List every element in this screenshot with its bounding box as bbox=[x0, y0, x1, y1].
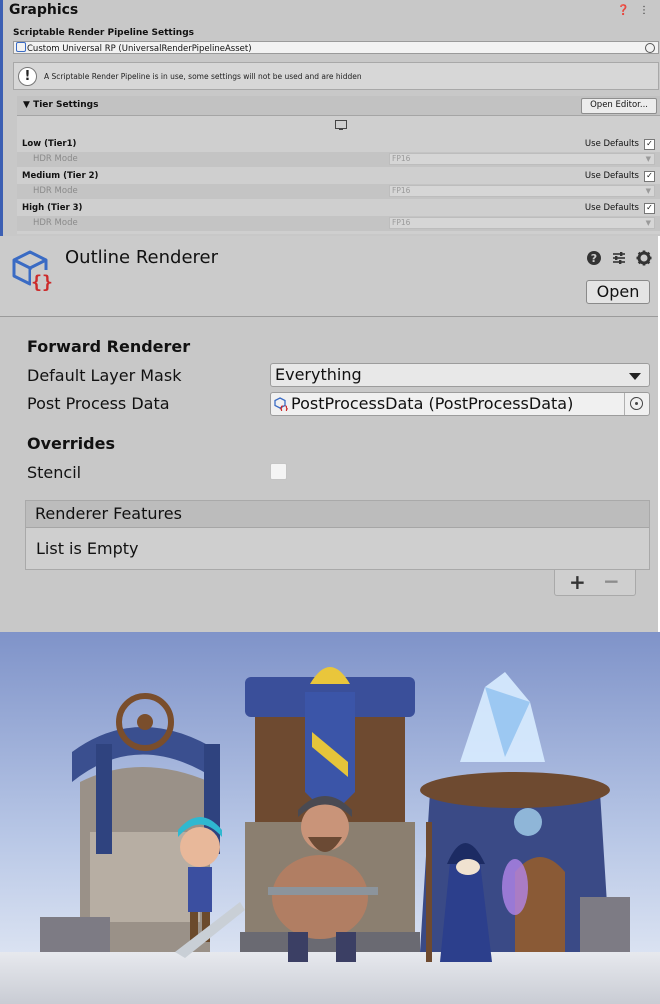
settings-gear-icon[interactable] bbox=[636, 250, 652, 266]
hdr-mode-dropdown[interactable]: FP16 ▼ bbox=[389, 153, 655, 165]
dropdown-arrow-icon bbox=[629, 373, 641, 380]
use-defaults-checkbox[interactable]: ✓ bbox=[644, 139, 655, 150]
svg-text:{}: {} bbox=[31, 272, 53, 293]
layer-mask-value: Everything bbox=[275, 365, 362, 384]
stencil-label: Stencil bbox=[27, 463, 82, 482]
renderer-features-header: Renderer Features bbox=[26, 501, 649, 528]
tier-row-medium: Medium (Tier 2) Use Defaults ✓ bbox=[17, 169, 660, 184]
post-process-data-label: Post Process Data bbox=[27, 394, 170, 413]
srp-warning-text: A Scriptable Render Pipeline is in use, … bbox=[44, 72, 362, 81]
tier-name: Low (Tier1) bbox=[22, 139, 77, 149]
hdr-mode-dropdown[interactable]: FP16 ▼ bbox=[389, 185, 655, 197]
tier-name: Medium (Tier 2) bbox=[22, 171, 99, 181]
dropdown-arrow-icon: ▼ bbox=[645, 219, 651, 227]
hdr-mode-dropdown[interactable]: FP16 ▼ bbox=[389, 217, 655, 229]
hdr-mode-label: HDR Mode bbox=[33, 186, 78, 196]
add-feature-button[interactable]: + bbox=[569, 570, 586, 594]
open-editor-button[interactable]: Open Editor... bbox=[581, 98, 657, 114]
forward-renderer-heading: Forward Renderer bbox=[27, 337, 191, 356]
default-layer-mask-dropdown[interactable]: Everything bbox=[270, 363, 650, 387]
use-defaults-label: Use Defaults bbox=[584, 171, 639, 181]
svg-text:{}: {} bbox=[279, 405, 288, 411]
inspector-title: Outline Renderer bbox=[65, 247, 218, 268]
dropdown-arrow-icon: ▼ bbox=[645, 187, 651, 195]
hdr-mode-label: HDR Mode bbox=[33, 154, 78, 164]
render-pipeline-asset-icon bbox=[16, 42, 26, 52]
post-process-data-value: PostProcessData (PostProcessData) bbox=[291, 394, 574, 413]
srp-asset-field[interactable]: Custom Universal RP (UniversalRenderPipe… bbox=[13, 41, 659, 54]
default-layer-mask-label: Default Layer Mask bbox=[27, 366, 182, 385]
srp-asset-value: Custom Universal RP (UniversalRenderPipe… bbox=[27, 44, 252, 54]
srp-settings-label: Scriptable Render Pipeline Settings bbox=[13, 28, 195, 38]
list-footer-buttons: + − bbox=[554, 570, 636, 596]
hdr-row-medium: HDR Mode FP16 ▼ bbox=[17, 184, 660, 199]
scriptable-object-icon: {} bbox=[274, 397, 288, 411]
svg-text:?: ? bbox=[591, 252, 597, 265]
tier-settings-content: Low (Tier1) Use Defaults ✓ HDR Mode FP16… bbox=[17, 116, 660, 234]
hdr-row-high: HDR Mode FP16 ▼ bbox=[17, 216, 660, 231]
remove-feature-button[interactable]: − bbox=[603, 570, 620, 592]
tier-name: High (Tier 3) bbox=[22, 203, 83, 213]
game-scene-view bbox=[0, 632, 660, 1004]
graphics-settings-panel: Graphics ❓ ⋮ Scriptable Render Pipeline … bbox=[0, 0, 660, 236]
presets-icon[interactable] bbox=[611, 250, 627, 266]
use-defaults-label: Use Defaults bbox=[584, 139, 639, 149]
monitor-icon bbox=[335, 120, 347, 130]
renderer-features-list: Renderer Features List is Empty bbox=[25, 500, 650, 570]
open-button[interactable]: Open bbox=[586, 280, 650, 304]
stencil-checkbox[interactable] bbox=[270, 463, 287, 480]
tier-row-low: Low (Tier1) Use Defaults ✓ bbox=[17, 137, 660, 152]
graphics-header-icons[interactable]: ❓ ⋮ bbox=[617, 5, 652, 16]
help-icon[interactable]: ? bbox=[586, 250, 602, 266]
renderer-inspector-panel: {} Outline Renderer ? Open Forward Rende… bbox=[0, 236, 658, 632]
tier-settings-foldout[interactable]: ▼ Tier Settings Open Editor... bbox=[17, 96, 660, 116]
renderer-asset-icon: {} bbox=[12, 250, 53, 293]
header-icon-group: ? bbox=[582, 247, 652, 266]
srp-warning-box: ! A Scriptable Render Pipeline is in use… bbox=[13, 62, 659, 90]
tier-row-high: High (Tier 3) Use Defaults ✓ bbox=[17, 201, 660, 216]
overrides-heading: Overrides bbox=[27, 434, 115, 453]
inspector-header: {} Outline Renderer ? Open bbox=[0, 236, 658, 317]
hdr-row-low: HDR Mode FP16 ▼ bbox=[17, 152, 660, 167]
tier-settings-label: ▼ Tier Settings bbox=[23, 100, 99, 110]
hdr-mode-label: HDR Mode bbox=[33, 218, 78, 228]
use-defaults-checkbox[interactable]: ✓ bbox=[644, 171, 655, 182]
use-defaults-checkbox[interactable]: ✓ bbox=[644, 203, 655, 214]
dropdown-arrow-icon: ▼ bbox=[645, 155, 651, 163]
object-picker-icon[interactable] bbox=[645, 43, 655, 53]
info-icon: ! bbox=[18, 67, 37, 86]
graphics-title: Graphics bbox=[9, 2, 79, 18]
renderer-features-empty-text: List is Empty bbox=[36, 539, 139, 558]
post-process-data-field[interactable]: {} PostProcessData (PostProcessData) bbox=[270, 392, 650, 416]
use-defaults-label: Use Defaults bbox=[584, 203, 639, 213]
object-picker-icon[interactable] bbox=[624, 393, 649, 415]
